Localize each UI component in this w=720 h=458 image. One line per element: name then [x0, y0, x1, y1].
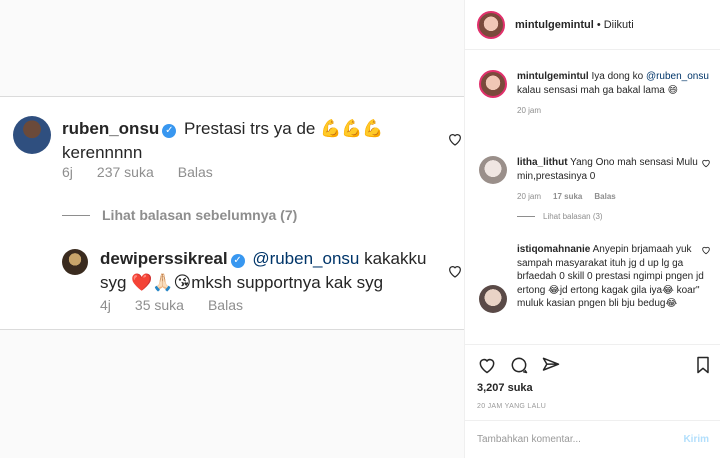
comment-bubble-icon[interactable]: [509, 355, 529, 375]
like-heart-icon[interactable]: [701, 158, 711, 168]
comment-body-pre: Iya dong ko: [591, 71, 646, 82]
post-author-username[interactable]: mintulgemintul: [515, 19, 594, 31]
add-comment-bar: Kirim: [465, 420, 720, 458]
post-sidebar: mintulgemintul • Diikuti mintulgemintul …: [464, 0, 720, 458]
avatar[interactable]: [479, 156, 507, 184]
send-button[interactable]: Kirim: [683, 434, 709, 445]
zoomed-comment-card: ruben_onsu ✓ Prestasi trs ya de 💪💪💪 keren…: [0, 96, 464, 330]
verified-badge-icon: ✓: [162, 124, 177, 138]
comment-username[interactable]: ruben_onsu: [62, 119, 159, 138]
bookmark-icon[interactable]: [693, 355, 713, 375]
zoomed-comments-pane: ruben_onsu ✓ Prestasi trs ya de 💪💪💪 keren…: [0, 0, 464, 458]
comment-meta: 20 jam: [517, 104, 715, 118]
comment-text: ruben_onsu ✓ Prestasi trs ya de 💪💪💪 keren…: [62, 117, 432, 165]
separator-dot: •: [596, 18, 601, 31]
avatar[interactable]: [479, 70, 507, 98]
reply-likes[interactable]: 35 suka: [135, 297, 184, 313]
share-icon[interactable]: [541, 355, 561, 375]
comment-username[interactable]: litha_lithut: [517, 157, 568, 168]
comment-item: mintulgemintul Iya dong ko @ruben_onsu k…: [479, 70, 715, 118]
comment-time: 6j: [62, 164, 73, 180]
comment-likes[interactable]: 17 suka: [553, 190, 582, 204]
comment-meta: 6j 237 suka Balas: [62, 164, 213, 180]
divider: [62, 214, 90, 216]
avatar[interactable]: [13, 116, 51, 154]
comment-item: litha_lithut Yang Ono mah sensasi Mulu m…: [479, 156, 715, 204]
comment-username[interactable]: istiqomahnanie: [517, 244, 590, 255]
verified-badge-icon: ✓: [230, 254, 245, 268]
reply-meta: 4j 35 suka Balas: [100, 297, 243, 313]
reply-username[interactable]: dewiperssikreal: [100, 249, 228, 268]
comment-body-post: kalau sensasi mah ga bakal lama 😄: [517, 84, 679, 96]
comment-username[interactable]: mintulgemintul: [517, 71, 589, 82]
post-timestamp: 20 JAM YANG LALU: [477, 403, 547, 410]
reply-button[interactable]: Balas: [178, 164, 213, 180]
comment-meta: 20 jam 17 suka Balas: [517, 190, 715, 204]
reply-button[interactable]: Balas: [208, 297, 243, 313]
avatar[interactable]: [477, 10, 505, 39]
reply-text: dewiperssikreal ✓ @ruben_onsu kakakku syg…: [100, 247, 430, 295]
like-heart-icon[interactable]: [477, 355, 497, 375]
comment-time: 20 jam: [517, 106, 542, 115]
comment-time: 20 jam: [517, 192, 542, 201]
post-likes-count[interactable]: 3,207 suka: [477, 382, 533, 394]
comment-likes[interactable]: 237 suka: [97, 164, 154, 180]
avatar[interactable]: [62, 249, 88, 275]
see-previous-replies-label: Lihat balasan sebelumnya (7): [102, 207, 298, 223]
reply-time: 4j: [100, 297, 111, 313]
comment-input[interactable]: [477, 434, 684, 445]
see-previous-replies-link[interactable]: Lihat balasan sebelumnya (7): [62, 207, 297, 223]
like-heart-icon[interactable]: [447, 263, 463, 279]
post-header: mintulgemintul • Diikuti: [465, 0, 720, 50]
comment-item: istiqomahnanie Anyepin brjamaah yuk samp…: [479, 243, 715, 313]
mention-link[interactable]: @ruben_onsu: [646, 71, 709, 82]
following-status[interactable]: Diikuti: [604, 19, 634, 31]
reply-button[interactable]: Balas: [594, 190, 615, 204]
post-actions: 3,207 suka 20 JAM YANG LALU: [465, 344, 720, 410]
mention-link[interactable]: @ruben_onsu: [252, 249, 359, 268]
avatar[interactable]: [479, 285, 507, 313]
like-heart-icon[interactable]: [701, 245, 711, 255]
divider: [517, 216, 535, 217]
like-heart-icon[interactable]: [447, 131, 463, 147]
see-replies-label: Lihat balasan (3): [543, 212, 603, 221]
see-replies-link[interactable]: Lihat balasan (3): [517, 212, 603, 221]
